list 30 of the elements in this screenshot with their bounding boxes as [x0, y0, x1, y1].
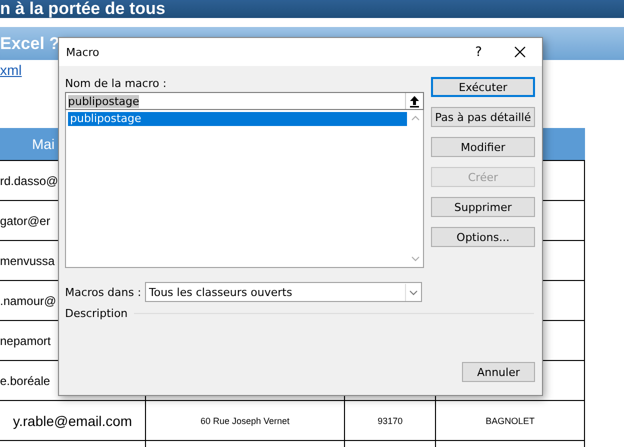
table-cell: 93170	[344, 400, 436, 440]
cancel-button[interactable]: Annuler	[462, 362, 535, 382]
macros-in-dropdown[interactable]: Tous les classeurs ouverts	[145, 282, 422, 302]
column-header: Mai	[32, 136, 55, 152]
help-button[interactable]: ?	[471, 44, 486, 60]
dialog-title: Macro	[66, 46, 100, 58]
table-cell: y.rable@email.com	[0, 400, 146, 440]
list-item[interactable]: publipostage	[68, 112, 407, 126]
dialog-button[interactable]: Pas à pas détaillé	[431, 107, 535, 127]
macro-name-field[interactable]: publipostage	[65, 92, 424, 110]
page-banner: n à la portée de tous	[0, 0, 624, 18]
scroll-down-icon[interactable]	[411, 256, 420, 262]
table-cell: e.boréale	[0, 374, 50, 388]
field-label: Nom de la macro :	[65, 77, 168, 91]
table-cell: gator@er	[0, 214, 50, 228]
table-cell: rd.dasso@	[0, 174, 58, 188]
dialog-button[interactable]: Options...	[431, 227, 535, 247]
field-label: Macros dans :	[65, 286, 142, 298]
description-label: Description	[65, 307, 128, 320]
table-cell: .namour@	[0, 294, 56, 308]
table-cell: nepamort	[0, 334, 51, 348]
table-cell: menvussa	[0, 254, 55, 268]
scroll-up-icon[interactable]	[411, 115, 420, 121]
table-cell: BAGNOLET	[436, 400, 584, 440]
dialog-button[interactable]: Exécuter	[431, 77, 535, 97]
page-link[interactable]: xml	[0, 62, 22, 78]
dialog-button[interactable]: Supprimer	[431, 197, 535, 217]
dialog-button[interactable]: Modifier	[431, 137, 535, 157]
close-icon[interactable]	[514, 46, 526, 58]
table-cell: 60 Rue Joseph Vernet	[146, 400, 344, 440]
